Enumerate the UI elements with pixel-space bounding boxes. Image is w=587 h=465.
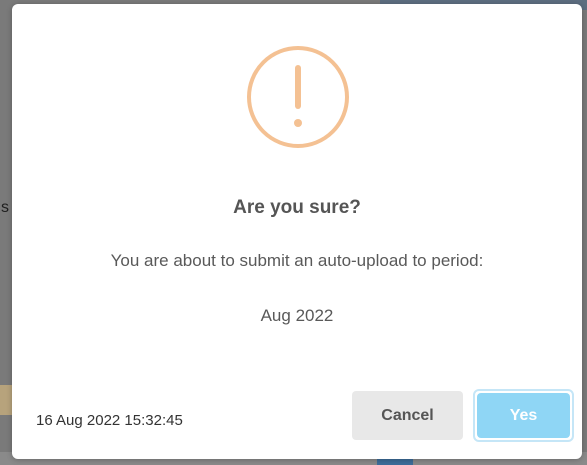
dialog-timestamp: 16 Aug 2022 15:32:45 <box>36 412 183 429</box>
background-chip <box>0 385 12 415</box>
background-text-fragment: s <box>1 199 9 216</box>
confirm-dialog: Are you sure? You are about to submit an… <box>12 4 582 459</box>
yes-button[interactable]: Yes <box>477 393 570 438</box>
dialog-message: You are about to submit an auto-upload t… <box>110 251 484 270</box>
exclamation-circle-icon <box>247 46 349 148</box>
cancel-button[interactable]: Cancel <box>352 391 463 440</box>
dialog-title: Are you sure? <box>233 197 361 218</box>
dialog-period: Aug 2022 <box>260 306 334 325</box>
